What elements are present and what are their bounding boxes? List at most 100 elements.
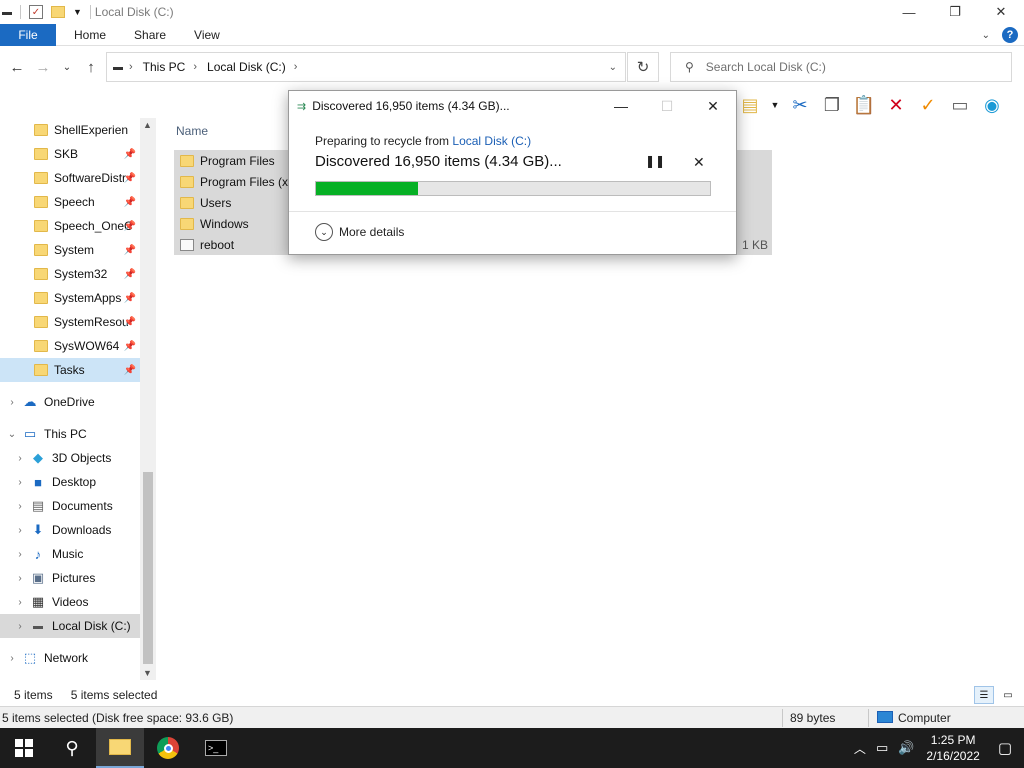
nav-item-3d-objects[interactable]: › ◆ 3D Objects xyxy=(0,446,140,470)
help-icon[interactable]: ? xyxy=(1002,27,1018,43)
nav-item-onedrive[interactable]: › ☁ OneDrive xyxy=(0,390,140,414)
file-explorer-icon[interactable] xyxy=(96,728,144,768)
refresh-button[interactable]: ↻ xyxy=(627,52,659,82)
address-bar[interactable]: ▬ › This PC › Local Disk (C:) › ⌄ xyxy=(106,52,626,82)
pin-icon[interactable]: 📌 xyxy=(124,317,136,328)
large-icons-view-icon[interactable]: ▭ xyxy=(998,686,1018,704)
pin-icon[interactable]: 📌 xyxy=(124,149,136,160)
delete-icon[interactable]: ✕ xyxy=(884,93,908,117)
chevron-right-icon[interactable]: › xyxy=(14,477,26,488)
chevron-right-icon[interactable]: › xyxy=(294,61,298,73)
chevron-down-icon[interactable]: ⌄ xyxy=(6,429,18,440)
tab-view[interactable]: View xyxy=(180,28,234,42)
cancel-icon[interactable]: ✕ xyxy=(693,154,705,171)
dialog-minimize-button[interactable]: — xyxy=(598,91,644,121)
pin-icon[interactable]: 📌 xyxy=(124,245,136,256)
checkmark-icon[interactable]: ✓ xyxy=(916,93,940,117)
chevron-right-icon[interactable]: › xyxy=(193,61,197,73)
quick-access-item[interactable]: SysWOW64 📌 xyxy=(0,334,140,358)
quick-access-item[interactable]: Speech 📌 xyxy=(0,190,140,214)
scroll-up-icon[interactable]: ▲ xyxy=(143,120,152,130)
chevron-right-icon[interactable]: › xyxy=(14,525,26,536)
breadcrumb-local-disk[interactable]: Local Disk (C:) xyxy=(207,60,286,74)
tab-share[interactable]: Share xyxy=(120,28,180,42)
back-arrow-icon[interactable]: ← xyxy=(6,59,28,76)
chevron-right-icon[interactable]: › xyxy=(6,653,18,664)
folder-view-icon[interactable]: ▤ xyxy=(738,93,762,117)
recent-locations-icon[interactable]: ⌄ xyxy=(56,62,78,73)
chevron-right-icon[interactable]: › xyxy=(14,501,26,512)
quick-access-item[interactable]: SoftwareDistr 📌 xyxy=(0,166,140,190)
chevron-right-icon[interactable]: › xyxy=(14,453,26,464)
scroll-down-icon[interactable]: ▼ xyxy=(143,668,152,678)
drive-icon[interactable]: ▬ xyxy=(2,7,12,18)
nav-item-this-pc[interactable]: ⌄ ▭ This PC xyxy=(0,422,140,446)
quick-access-item[interactable]: SystemResou 📌 xyxy=(0,310,140,334)
pin-icon[interactable]: 📌 xyxy=(124,269,136,280)
pin-icon[interactable]: 📌 xyxy=(124,221,136,232)
pin-icon[interactable]: 📌 xyxy=(124,341,136,352)
breadcrumb-this-pc[interactable]: This PC xyxy=(143,60,186,74)
nav-item-desktop[interactable]: › ■ Desktop xyxy=(0,470,140,494)
expand-ribbon-icon[interactable]: ⌄ xyxy=(982,30,990,41)
new-folder-icon[interactable] xyxy=(51,6,65,18)
dropdown-icon[interactable]: ▼ xyxy=(770,93,780,117)
close-button[interactable]: ✕ xyxy=(978,0,1024,24)
notifications-icon[interactable]: ▢ xyxy=(998,739,1012,757)
nav-item-downloads[interactable]: › ⬇ Downloads xyxy=(0,518,140,542)
pin-icon[interactable]: 📌 xyxy=(124,173,136,184)
quick-access-item[interactable]: System32 📌 xyxy=(0,262,140,286)
details-view-icon[interactable]: ☰ xyxy=(974,686,994,704)
forward-arrow-icon[interactable]: → xyxy=(32,59,54,76)
nav-item-documents[interactable]: › ▤ Documents xyxy=(0,494,140,518)
chevron-right-icon[interactable]: › xyxy=(14,573,26,584)
terminal-icon[interactable]: >_ xyxy=(192,728,240,768)
nav-item-music[interactable]: › ♪ Music xyxy=(0,542,140,566)
cut-icon[interactable]: ✂ xyxy=(788,93,812,117)
tab-file[interactable]: File xyxy=(0,23,56,46)
chevron-right-icon[interactable]: › xyxy=(14,621,26,632)
chevron-right-icon[interactable]: › xyxy=(14,549,26,560)
pause-icon[interactable]: ❚❚ xyxy=(645,154,665,168)
chevron-right-icon[interactable]: › xyxy=(129,61,133,73)
maximize-button[interactable]: ❐ xyxy=(932,0,978,24)
volume-icon[interactable]: 🔊 xyxy=(898,740,914,756)
properties-icon[interactable]: ✓ xyxy=(29,5,43,19)
customize-dropdown-icon[interactable]: ▼ xyxy=(73,7,82,17)
pin-icon[interactable]: 📌 xyxy=(124,293,136,304)
quick-access-item[interactable]: SystemApps 📌 xyxy=(0,286,140,310)
start-windows-icon[interactable] xyxy=(0,728,48,768)
chevron-right-icon[interactable]: › xyxy=(6,397,18,408)
nav-item-videos[interactable]: › ▦ Videos xyxy=(0,590,140,614)
quick-access-item[interactable]: System 📌 xyxy=(0,238,140,262)
chevron-up-icon[interactable]: ︿ xyxy=(854,740,866,757)
nav-item-pictures[interactable]: › ▣ Pictures xyxy=(0,566,140,590)
pin-icon[interactable]: 📌 xyxy=(124,365,136,376)
quick-access-item[interactable]: ShellExperien xyxy=(0,118,140,142)
copy-icon[interactable]: ❐ xyxy=(820,93,844,117)
address-dropdown-icon[interactable]: ⌄ xyxy=(609,62,617,73)
paste-icon[interactable]: 📋 xyxy=(852,93,876,117)
nav-item-local-disk[interactable]: › ▬ Local Disk (C:) xyxy=(0,614,140,638)
chrome-icon[interactable] xyxy=(144,728,192,768)
search-icon[interactable]: ⚲ xyxy=(48,728,96,768)
pin-icon[interactable]: 📌 xyxy=(124,197,136,208)
tab-home[interactable]: Home xyxy=(60,28,120,42)
search-input[interactable]: ⚲ Search Local Disk (C:) xyxy=(670,52,1012,82)
shell-icon[interactable]: ◉ xyxy=(980,93,1004,117)
chevron-right-icon[interactable]: › xyxy=(14,597,26,608)
minimize-button[interactable]: — xyxy=(886,0,932,24)
column-header-name[interactable]: Name xyxy=(176,124,208,138)
more-details-button[interactable]: ⌄ More details xyxy=(315,223,404,241)
network-tray-icon[interactable]: ▭ xyxy=(876,740,888,756)
dialog-close-button[interactable]: ✕ xyxy=(690,91,736,121)
quick-access-item[interactable]: SKB 📌 xyxy=(0,142,140,166)
up-arrow-icon[interactable]: ↑ xyxy=(80,59,102,76)
nav-item-network[interactable]: › ⬚ Network xyxy=(0,646,140,670)
clock[interactable]: 1:25 PM 2/16/2022 xyxy=(926,732,979,764)
rename-icon[interactable]: ▭ xyxy=(948,93,972,117)
source-link[interactable]: Local Disk (C:) xyxy=(452,134,531,148)
quick-access-item-selected[interactable]: Tasks 📌 xyxy=(0,358,140,382)
quick-access-item[interactable]: Speech_OneC 📌 xyxy=(0,214,140,238)
scroll-thumb[interactable] xyxy=(143,472,153,664)
